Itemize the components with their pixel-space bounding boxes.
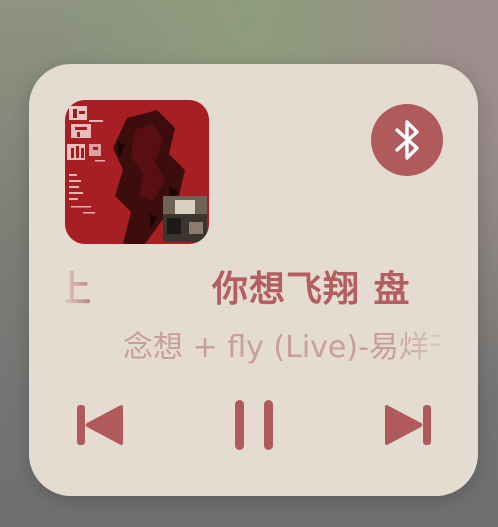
album-cover[interactable] [65, 100, 209, 244]
song-title-head: 你想飞翔 盘 [212, 269, 411, 310]
song-title-tail: 上 [65, 269, 93, 310]
pause-button[interactable] [233, 398, 275, 452]
album-cover-art [65, 100, 209, 244]
next-button[interactable] [381, 402, 433, 448]
song-title-marquee: 上 你想飞翔 盘 [65, 252, 441, 312]
previous-button[interactable] [75, 402, 127, 448]
music-widget-card[interactable]: 上 你想飞翔 盘 念想 + fly (Live)-易烊千玺 [29, 64, 478, 496]
song-title: 上 你想飞翔 盘 [65, 260, 411, 312]
skip-next-icon [385, 405, 431, 445]
bluetooth-icon [395, 120, 419, 160]
bluetooth-button[interactable] [371, 104, 443, 176]
pause-icon [235, 400, 273, 450]
skip-previous-icon [77, 405, 123, 445]
artist-line: 念想 + fly (Live)-易烊千玺 [123, 330, 441, 365]
